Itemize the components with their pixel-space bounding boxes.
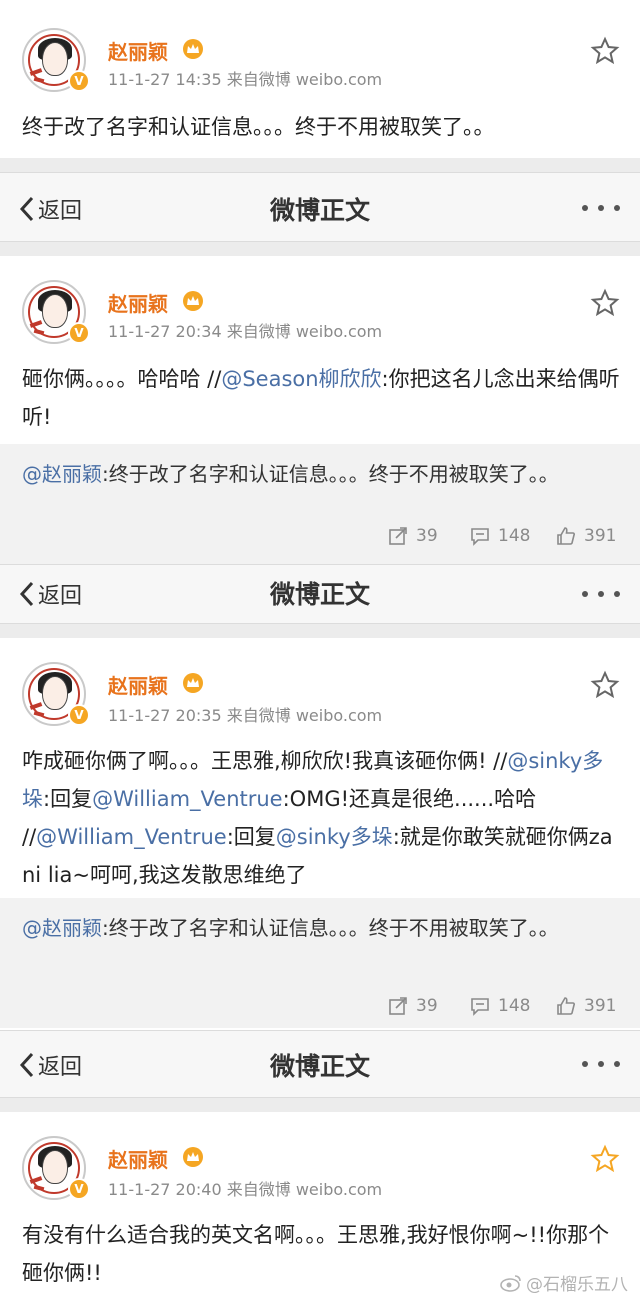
verified-icon: V [68, 704, 90, 726]
navbar: 返回 微博正文 [0, 564, 640, 624]
post-text: 终于改了名字和认证信息。。。终于不用被取笑了。。 [22, 115, 495, 139]
text-segment: 砸你俩。。。。哈哈哈 // [22, 367, 222, 391]
like-count[interactable]: 391 [556, 526, 616, 546]
verified-icon: V [68, 1178, 90, 1200]
post-text: 砸你俩。。。。哈哈哈 //@Season柳欣欣:你把这名儿念出来给偶听听! [22, 360, 622, 436]
more-icon[interactable] [582, 589, 622, 599]
mention-link[interactable]: @Season柳欣欣 [221, 367, 381, 391]
username[interactable]: 赵丽颖 [108, 36, 168, 65]
crown-icon [183, 39, 203, 59]
verified-icon: V [68, 70, 90, 92]
star-icon[interactable] [590, 670, 620, 700]
post-card-3: V 赵丽颖 11-1-27 20:35 来自微博 weibo.com 咋成砸你俩… [0, 638, 640, 1030]
crown-icon [183, 1147, 203, 1167]
more-icon[interactable] [582, 203, 622, 213]
username[interactable]: 赵丽颖 [108, 670, 168, 699]
post-meta: 11-1-27 20:40 来自微博 weibo.com [108, 1180, 383, 1199]
repost-count[interactable]: 39 [388, 996, 438, 1016]
post-meta: 11-1-27 14:35 来自微博 weibo.com [108, 70, 383, 89]
comment-value: 148 [498, 526, 531, 546]
comment-icon [471, 528, 489, 546]
like-value: 391 [584, 526, 617, 546]
navbar: 返回 微博正文 [0, 172, 640, 242]
star-icon[interactable] [590, 1144, 620, 1174]
repost-count[interactable]: 39 [388, 526, 438, 546]
repost-value: 39 [416, 996, 438, 1016]
text-segment: 咋成砸你俩了啊。。。王思雅,柳欣欣!我真该砸你俩! // [22, 749, 508, 773]
star-icon[interactable] [590, 36, 620, 66]
comment-value: 148 [498, 996, 531, 1016]
repost-value: 39 [416, 526, 438, 546]
post-text: 咋成砸你俩了啊。。。王思雅,柳欣欣!我真该砸你俩! //@sinky多垛:回复@… [22, 742, 622, 894]
username[interactable]: 赵丽颖 [108, 1144, 168, 1173]
mention-link[interactable]: @赵丽颖 [22, 462, 102, 486]
mention-link[interactable]: @赵丽颖 [22, 916, 102, 940]
crown-icon [183, 291, 203, 311]
quoted-post[interactable]: @赵丽颖:终于改了名字和认证信息。。。终于不用被取笑了。。 39 148 391 [0, 444, 640, 564]
verified-icon: V [68, 322, 90, 344]
like-icon [557, 997, 575, 1015]
mention-link[interactable]: @William_Ventrue [92, 787, 283, 811]
comment-count[interactable]: 148 [470, 526, 530, 546]
repost-icon [389, 997, 407, 1015]
weibo-logo-icon [500, 1274, 521, 1292]
repost-icon [389, 527, 407, 545]
navbar: 返回 微博正文 [0, 1030, 640, 1098]
text-segment: :终于改了名字和认证信息。。。终于不用被取笑了。。 [102, 462, 559, 486]
page-title: 微博正文 [269, 1052, 370, 1081]
page-title: 微博正文 [269, 196, 370, 225]
quoted-post[interactable]: @赵丽颖:终于改了名字和认证信息。。。终于不用被取笑了。。 39 148 391 [0, 898, 640, 1028]
more-icon[interactable] [582, 1059, 622, 1069]
crown-icon [183, 673, 203, 693]
comment-icon [471, 998, 489, 1016]
quote-text: @赵丽颖:终于改了名字和认证信息。。。终于不用被取笑了。。 [22, 910, 622, 946]
mention-link[interactable]: @William_Ventrue [36, 825, 227, 849]
post-meta: 11-1-27 20:34 来自微博 weibo.com [108, 322, 383, 341]
post-meta: 11-1-27 20:35 来自微博 weibo.com [108, 706, 383, 725]
like-icon [557, 527, 575, 545]
watermark-text: @石榴乐五八 [526, 1275, 628, 1295]
mention-link[interactable]: @sinky多垛 [276, 825, 393, 849]
comment-count[interactable]: 148 [470, 996, 530, 1016]
text-segment: :回复 [226, 825, 276, 849]
star-icon[interactable] [590, 288, 620, 318]
text-segment: :回复 [43, 787, 93, 811]
quote-text: @赵丽颖:终于改了名字和认证信息。。。终于不用被取笑了。。 [22, 456, 622, 492]
like-count[interactable]: 391 [556, 996, 616, 1016]
post-card-1: V 赵丽颖 11-1-27 14:35 来自微博 weibo.com 终于改了名… [0, 0, 640, 158]
username[interactable]: 赵丽颖 [108, 288, 168, 317]
post-card-2: V 赵丽颖 11-1-27 20:34 来自微博 weibo.com 砸你俩。。… [0, 256, 640, 564]
watermark: @石榴乐五八 [500, 1270, 628, 1295]
like-value: 391 [584, 996, 617, 1016]
text-segment: :终于改了名字和认证信息。。。终于不用被取笑了。。 [102, 916, 559, 940]
page-title: 微博正文 [269, 580, 370, 609]
